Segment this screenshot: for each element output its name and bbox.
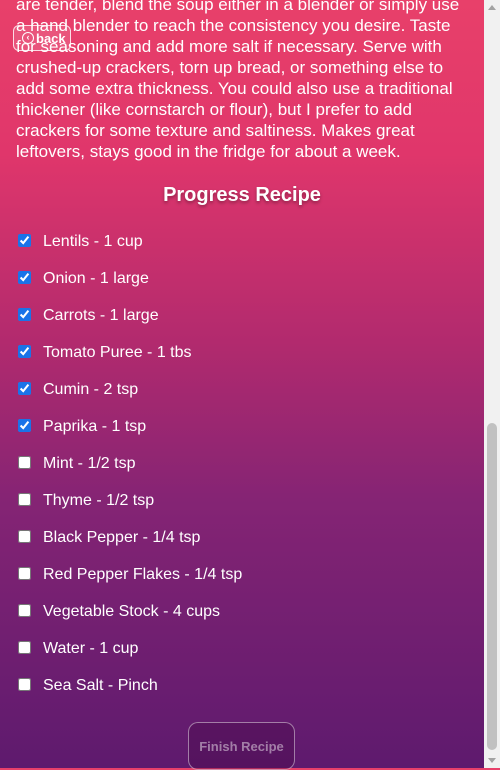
ingredient-item: Cumin - 2 tsp — [17, 378, 242, 415]
ingredient-checkbox[interactable] — [18, 271, 31, 284]
ingredient-item: Paprika - 1 tsp — [17, 415, 242, 452]
ingredient-item: Red Pepper Flakes - 1/4 tsp — [17, 563, 242, 600]
ingredient-item: Black Pepper - 1/4 tsp — [17, 526, 242, 563]
ingredient-checkbox[interactable] — [18, 493, 31, 506]
ingredient-item: Lentils - 1 cup — [17, 230, 242, 267]
ingredient-label[interactable]: Lentils - 1 cup — [43, 230, 143, 254]
ingredient-label[interactable]: Sea Salt - Pinch — [43, 674, 158, 698]
ingredient-label[interactable]: Paprika - 1 tsp — [43, 415, 146, 439]
ingredient-label[interactable]: Mint - 1/2 tsp — [43, 452, 135, 476]
scrollbar-thumb[interactable] — [487, 423, 497, 750]
ingredient-checkbox[interactable] — [18, 419, 31, 432]
ingredient-label[interactable]: Vegetable Stock - 4 cups — [43, 600, 220, 624]
ingredient-label[interactable]: Black Pepper - 1/4 tsp — [43, 526, 200, 550]
ingredient-label[interactable]: Red Pepper Flakes - 1/4 tsp — [43, 563, 242, 587]
ingredient-label[interactable]: Cumin - 2 tsp — [43, 378, 138, 402]
ingredient-checkbox[interactable] — [18, 345, 31, 358]
ingredient-label[interactable]: Carrots - 1 large — [43, 304, 159, 328]
ingredient-label[interactable]: Water - 1 cup — [43, 637, 138, 661]
ingredient-checkbox[interactable] — [18, 382, 31, 395]
ingredient-checkbox[interactable] — [18, 567, 31, 580]
scroll-up-arrow-icon[interactable] — [488, 5, 496, 10]
ingredient-label[interactable]: Thyme - 1/2 tsp — [43, 489, 154, 513]
back-button-label: back — [36, 30, 66, 46]
ingredient-item: Mint - 1/2 tsp — [17, 452, 242, 489]
ingredient-item: Tomato Puree - 1 tbs — [17, 341, 242, 378]
back-button[interactable]: ‹ back — [13, 25, 71, 51]
ingredient-item: Sea Salt - Pinch — [17, 674, 242, 711]
ingredient-checkbox[interactable] — [18, 678, 31, 691]
scroll-down-arrow-icon[interactable] — [488, 758, 496, 763]
ingredient-item: Carrots - 1 large — [17, 304, 242, 341]
page-scrollbar[interactable] — [484, 0, 500, 768]
ingredient-checkbox[interactable] — [18, 641, 31, 654]
ingredient-item: Vegetable Stock - 4 cups — [17, 600, 242, 637]
progress-title: Progress Recipe — [163, 184, 321, 206]
ingredient-label[interactable]: Onion - 1 large — [43, 267, 149, 291]
recipe-instructions: are tender, blend the soup either in a b… — [16, 0, 460, 161]
ingredient-checkbox[interactable] — [18, 530, 31, 543]
ingredient-item: Water - 1 cup — [17, 637, 242, 674]
ingredient-checklist: Lentils - 1 cup Onion - 1 large Carrots - … — [17, 230, 242, 711]
ingredient-checkbox[interactable] — [18, 456, 31, 469]
finish-recipe-button[interactable]: Finish Recipe — [188, 722, 295, 770]
ingredient-label[interactable]: Tomato Puree - 1 tbs — [43, 341, 192, 365]
ingredient-item: Thyme - 1/2 tsp — [17, 489, 242, 526]
ingredient-checkbox[interactable] — [18, 234, 31, 247]
ingredient-item: Onion - 1 large — [17, 267, 242, 304]
back-circle-icon: ‹ — [22, 32, 34, 44]
ingredient-checkbox[interactable] — [18, 308, 31, 321]
ingredient-checkbox[interactable] — [18, 604, 31, 617]
